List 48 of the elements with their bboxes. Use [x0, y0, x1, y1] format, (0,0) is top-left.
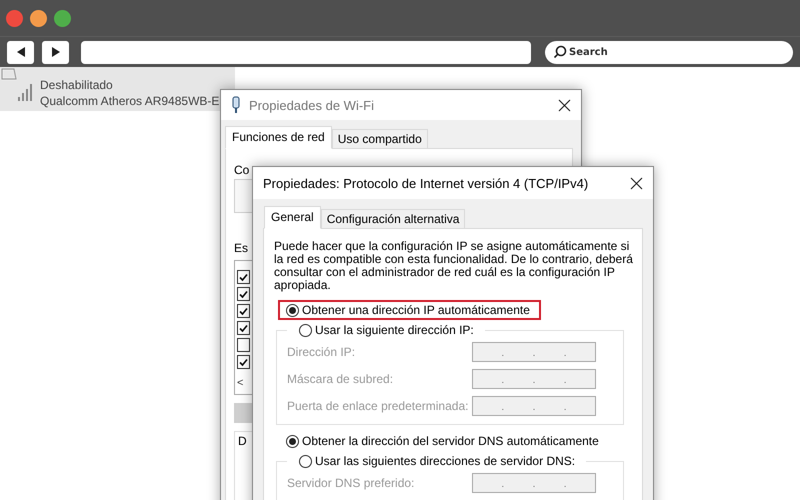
- checkmark-icon: [239, 358, 248, 366]
- description-text: Puede hacer que la configuración IP se asigne automáticamente si la red es compatible con esta funcionalidad. De lo contrario, deberá consultar con el administrador de red cuál es la configuración IP apropiada.: [274, 240, 634, 292]
- radio-button[interactable]: [286, 304, 299, 316]
- checkbox[interactable]: [237, 355, 250, 369]
- scroll-arrow[interactable]: <: [237, 377, 244, 389]
- checkbox[interactable]: [237, 270, 250, 284]
- field-label: Servidor DNS preferido:: [287, 476, 414, 490]
- checkbox[interactable]: [237, 321, 250, 335]
- network-adapter-icon: [231, 96, 241, 114]
- radio-label: Usar las siguientes direcciones de servidor DNS:: [315, 454, 576, 468]
- radio-label: Usar la siguiente dirección IP:: [315, 323, 474, 337]
- window-title: Propiedades: Protocolo de Internet versión 4 (TCP/IPv4): [263, 176, 590, 190]
- forward-triangle-icon: [50, 46, 62, 58]
- tab[interactable]: General: [264, 206, 321, 229]
- window-title: Propiedades de Wi-Fi: [249, 98, 375, 112]
- close-icon[interactable]: [630, 176, 643, 190]
- checkbox[interactable]: [237, 338, 250, 352]
- radio-button[interactable]: [299, 454, 312, 468]
- field-label: Es: [234, 241, 248, 255]
- search-icon: [553, 44, 567, 58]
- field-label: Dirección IP:: [287, 345, 356, 359]
- ip-address-field[interactable]: . . .: [472, 396, 596, 416]
- radio-label: Obtener la dirección del servidor DNS automáticamente: [302, 434, 599, 448]
- search-field[interactable]: Search: [545, 40, 793, 64]
- field-label: Puerta de enlace predeterminada:: [287, 399, 468, 413]
- maximize-window-icon[interactable]: [54, 10, 71, 26]
- minimize-window-icon[interactable]: [30, 10, 47, 26]
- ip-address-field[interactable]: . . .: [472, 473, 596, 493]
- group-label: D: [238, 434, 247, 448]
- radio-button[interactable]: [286, 434, 299, 448]
- ip-address-field[interactable]: . . .: [472, 369, 596, 389]
- tab[interactable]: Uso compartido: [332, 129, 428, 149]
- field-label: Co: [234, 163, 250, 177]
- field-label: Máscara de subred:: [287, 372, 394, 386]
- back-triangle-icon: [14, 46, 26, 58]
- close-icon[interactable]: [558, 98, 571, 112]
- checkbox[interactable]: [237, 304, 250, 318]
- back-button[interactable]: [7, 40, 34, 64]
- radio-button[interactable]: [299, 324, 312, 336]
- forward-button[interactable]: [42, 40, 69, 64]
- radio-label: Obtener una dirección IP automáticamente: [302, 303, 530, 317]
- checkbox[interactable]: [237, 287, 250, 301]
- address-field[interactable]: [81, 40, 531, 64]
- ip-address-field[interactable]: . . .: [472, 342, 596, 362]
- tab[interactable]: Configuración alternativa: [320, 209, 466, 229]
- adapter-name: Qualcomm Atheros AR9485WB-E: [40, 93, 220, 109]
- adapter-status: Deshabilitado: [40, 77, 114, 93]
- tab[interactable]: Funciones de red: [225, 126, 332, 149]
